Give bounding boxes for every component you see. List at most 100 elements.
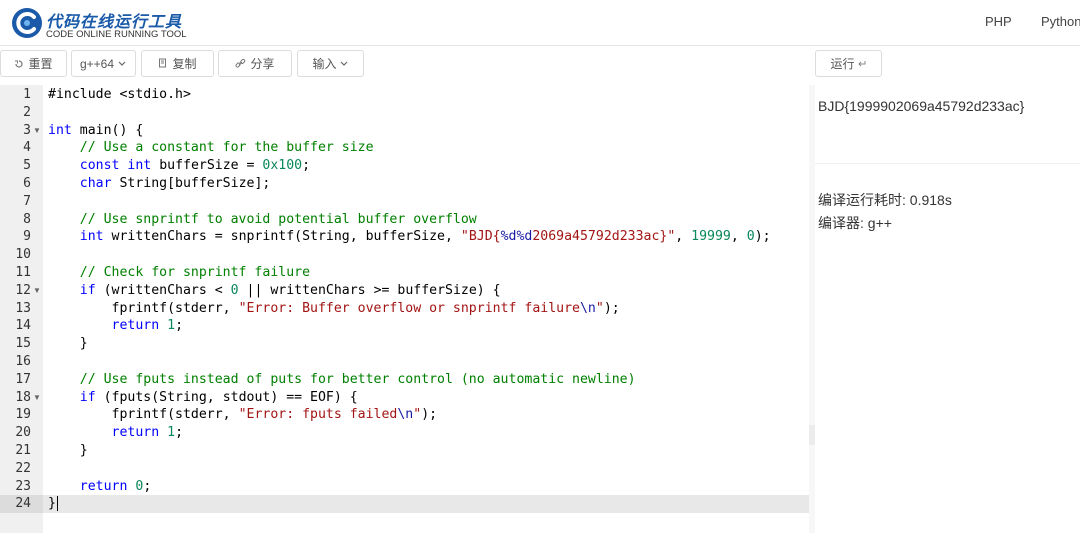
code-text: return 1; [111,425,184,441]
code-line[interactable]: 19 fprintf(stderr, "Error: fputs failed\… [0,406,809,424]
code-line[interactable]: 16 [0,353,809,371]
compiler-label: 编译器: g++ [818,215,892,231]
line-number: 10 [15,247,31,263]
code-line[interactable]: 12 ▼ if (writtenChars < 0 || writtenChars… [0,282,809,300]
line-number: 18 [15,389,31,405]
code-line[interactable]: 14 return 1; [0,317,809,335]
code-text: // Check for snprintf failure [79,265,311,280]
line-number: 23 [15,478,31,494]
line-number: 11 [15,265,31,280]
code-text: char String[bufferSize]; [79,176,271,191]
line-number: 3 [23,122,31,138]
input-button[interactable]: 输入 [297,50,364,77]
chevron-down-icon [118,61,126,66]
code-line[interactable]: 20 return 1; [0,424,809,442]
code-text: return 1; [111,318,184,334]
line-number: 13 [15,300,31,316]
code-line[interactable]: 21 } [0,442,809,460]
code-line[interactable]: 23 return 0; [0,478,809,496]
line-number: 8 [23,211,31,227]
code-text: // Use fputs instead of puts for better … [79,371,636,387]
copy-label: 复制 [172,57,197,71]
code-line[interactable]: 7 [0,193,809,211]
enter-icon [857,60,865,66]
code-line[interactable]: 8 // Use snprintf to avoid potential buf… [0,211,809,229]
program-output: BJD{1999902069a45792d233ac} [818,98,1025,114]
line-number: 5 [23,158,31,174]
code-text: } [48,336,88,352]
code-line[interactable]: 6 char String[bufferSize]; [0,175,809,193]
code-line[interactable]: 18 ▼ if (fputs(String, stdout) == EOF) { [0,389,809,407]
code-line[interactable]: 11 // Check for snprintf failure [0,264,809,282]
code-text: if (fputs(String, stdout) == EOF) { [79,389,358,405]
nav-python[interactable]: Python [1041,14,1080,29]
code-line[interactable]: 2 [0,104,809,122]
code-line[interactable]: 1 #include <stdio.h> [0,86,809,104]
code-line[interactable]: 9 int writtenChars = snprintf(String, bu… [0,228,809,246]
run-toolbar: 运行 [815,46,1080,84]
line-number: 17 [15,371,31,387]
copy-icon [159,58,167,68]
chevron-down-icon [340,61,347,66]
line-number: 22 [15,460,31,476]
line-number: 2 [23,104,31,120]
brand-subtitle: CODE ONLINE RUNNING TOOL [46,29,187,40]
line-number: 1 [23,87,31,102]
header: 代码在线运行工具 CODE ONLINE RUNNING TOOL PHP Py… [0,0,1080,46]
compiler-value: g++64 [79,56,115,71]
code-line[interactable]: 10 [0,246,809,264]
code-text: if (writtenChars < 0 || writtenChars >= … [79,282,501,298]
code-text: } [48,496,58,512]
fold-arrow-icon[interactable]: ▼ [33,389,41,407]
code-text: int writtenChars = snprintf(String, buff… [79,229,771,245]
line-number: 4 [23,140,31,156]
nav-php[interactable]: PHP [985,14,1012,29]
code-editor[interactable]: 1 #include <stdio.h> 2 3 ▼ int main() {4 // U… [0,85,810,533]
reset-button[interactable]: 重置 [0,50,67,77]
compiler-select[interactable]: g++64 [71,50,136,77]
code-text: return 0; [79,478,152,494]
fold-arrow-icon[interactable]: ▼ [33,282,41,300]
fold-arrow-icon[interactable]: ▼ [33,122,41,140]
line-number: 9 [23,229,31,245]
code-line[interactable]: 3 ▼ int main() { [0,122,809,140]
run-time-label: 编译运行耗时: 0.918s [818,192,952,208]
code-line[interactable]: 24} [0,495,809,514]
code-line[interactable]: 22 [0,460,809,478]
editor-toolbar: 重置 g++64 复制 分享 输入 [0,46,810,84]
code-line[interactable]: 13 fprintf(stderr, "Error: Buffer overfl… [0,300,809,318]
code-text: int main() { [48,122,144,138]
line-number: 16 [15,354,31,369]
run-label: 运行 [830,57,855,71]
code-text: // Use snprintf to avoid potential buffe… [79,211,477,227]
code-line[interactable]: 4 // Use a constant for the buffer size [0,139,809,157]
code-text: const int bufferSize = 0x100; [79,158,311,174]
copy-button[interactable]: 复制 [141,50,214,77]
code-line[interactable]: 17 // Use fputs instead of puts for bett… [0,371,809,389]
run-button[interactable]: 运行 [815,50,882,77]
code-text: // Use a constant for the buffer size [79,140,374,156]
share-label: 分享 [250,57,275,71]
line-number: 19 [15,407,31,423]
input-label: 输入 [312,57,337,71]
code-line[interactable]: 15 } [0,335,809,353]
line-number: 20 [15,425,31,441]
line-number: 7 [23,193,31,209]
line-number: 15 [15,336,31,352]
code-line[interactable]: 5 const int bufferSize = 0x100; [0,157,809,175]
code-text: fprintf(stderr, "Error: Buffer overflow … [48,300,620,316]
output-divider [815,163,1080,164]
line-number: 24 [15,496,31,512]
site-logo[interactable]: 代码在线运行工具 CODE ONLINE RUNNING TOOL [10,4,210,42]
line-number: 14 [15,318,31,334]
reset-icon [15,59,24,68]
code-text: #include <stdio.h> [48,87,191,102]
code-text: } [48,443,88,458]
reset-label: 重置 [28,57,53,71]
share-button[interactable]: 分享 [218,50,292,77]
link-icon [235,58,246,68]
line-number: 6 [23,176,31,191]
cloud-c-logo-icon [12,8,42,38]
line-number: 21 [15,443,31,458]
code-text: fprintf(stderr, "Error: fputs failed\n")… [48,407,438,423]
